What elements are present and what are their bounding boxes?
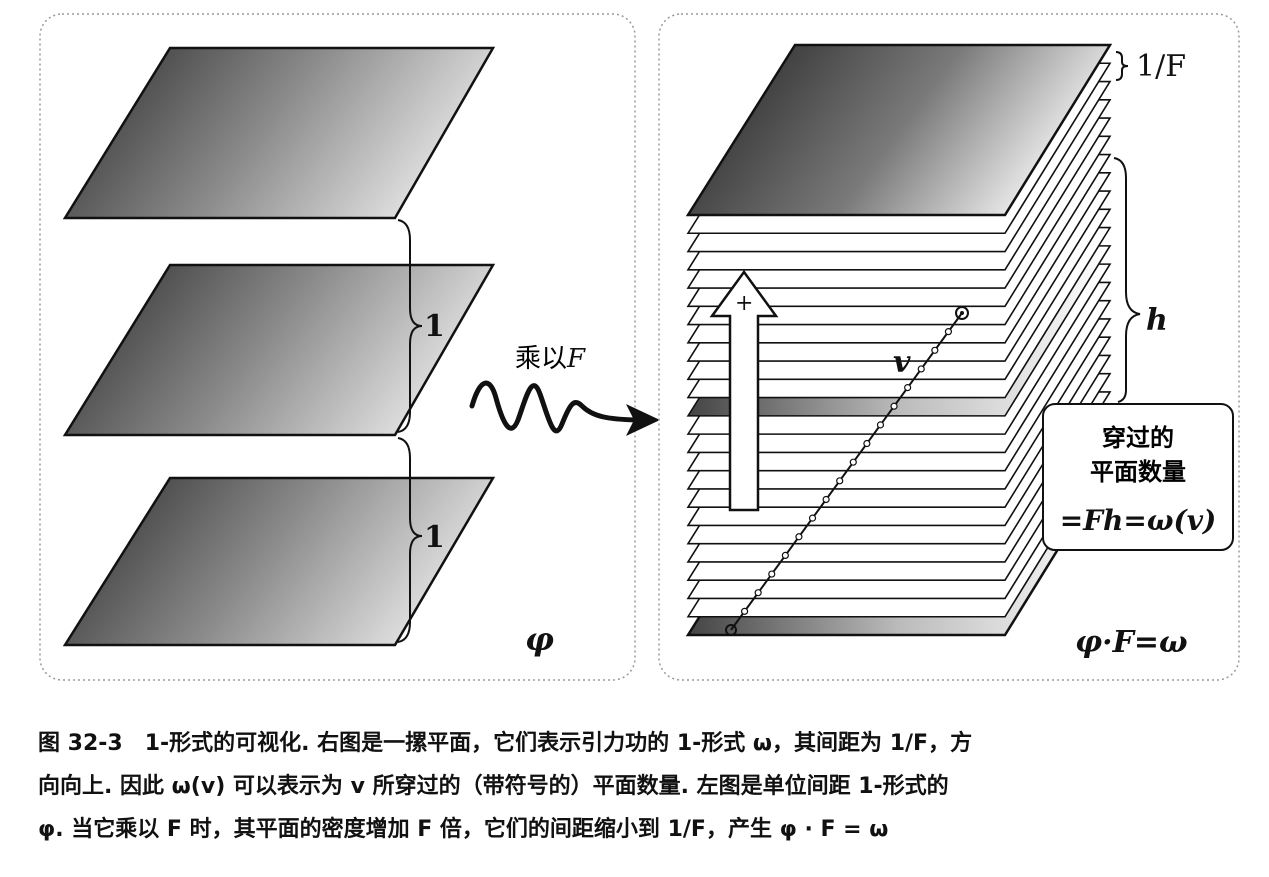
vector-crossing-dot: [836, 477, 844, 485]
spacing-label-upper: 1: [424, 309, 445, 344]
count-box: 穿过的 平面数量 =Fh=ω(v): [1042, 403, 1234, 551]
vector-crossing-dot: [876, 421, 885, 429]
caption-line-1: 图 32-3 1-形式的可视化. 右图是一摞平面，它们表示引力功的 1-形式 ω…: [38, 731, 973, 756]
vector-crossing-dot: [863, 439, 871, 448]
plane-middle: [62, 263, 496, 437]
spacing-label-lower: 1: [424, 520, 445, 555]
arrow-label: 乘以F: [515, 344, 586, 374]
vector-crossing-dot: [822, 495, 830, 504]
vector-crossing-dot: [795, 533, 803, 541]
plane-top: [62, 46, 496, 220]
caption-line-2: 向向上. 因此 ω(v) 可以表示为 v 所穿过的（带符号的）平面数量. 左图是…: [38, 774, 949, 799]
omega-equation: φ·F=ω: [1075, 625, 1188, 660]
figure-caption: 图 32-3 1-形式的可视化. 右图是一摞平面，它们表示引力功的 1-形式 ω…: [38, 722, 1260, 851]
plane-bottom: [62, 476, 496, 647]
vector-crossing-dot: [890, 402, 898, 410]
right-panel: 1/F h + v 穿过的 平面数量 =Fh=ω(v) φ·F=ω: [658, 13, 1240, 681]
vector-crossing-dot: [754, 589, 762, 597]
vector-crossing-dot: [781, 551, 789, 560]
height-label: h: [1146, 303, 1168, 338]
count-box-line-2: 平面数量: [1090, 458, 1186, 486]
brace-1-over-f: [1115, 51, 1129, 81]
figure-svg: 1 1 φ 乘以F 1/F h + v 穿过的 平面数量 =Fh=ω(v) φ·…: [39, 13, 1240, 681]
count-box-formula: =Fh=ω(v): [1060, 504, 1217, 537]
vector-crossing-dot: [849, 458, 857, 466]
vector-crossing-dot: [740, 607, 749, 615]
wavy-arrow: [469, 380, 648, 434]
vector-label: v: [893, 345, 911, 380]
plus-sign: +: [735, 291, 753, 316]
caption-line-3: φ. 当它乘以 F 时，其平面的密度增加 F 倍，它们的间距缩小到 1/F，产生…: [38, 817, 889, 842]
brace-h: [1113, 157, 1141, 403]
vector-crossing-dot: [917, 365, 925, 373]
multiply-arrow: 乘以F: [469, 344, 660, 436]
vector-crossing-dot: [944, 328, 953, 336]
count-box-line-1: 穿过的: [1102, 424, 1174, 452]
spacing-label-1-over-f: 1/F: [1136, 49, 1186, 84]
vector-crossing-dot: [808, 514, 817, 522]
vector-crossing-dot: [768, 570, 776, 578]
phi-label: φ: [525, 620, 554, 658]
vector-crossing-dot: [931, 346, 939, 354]
vector-crossing-dot: [904, 383, 912, 392]
